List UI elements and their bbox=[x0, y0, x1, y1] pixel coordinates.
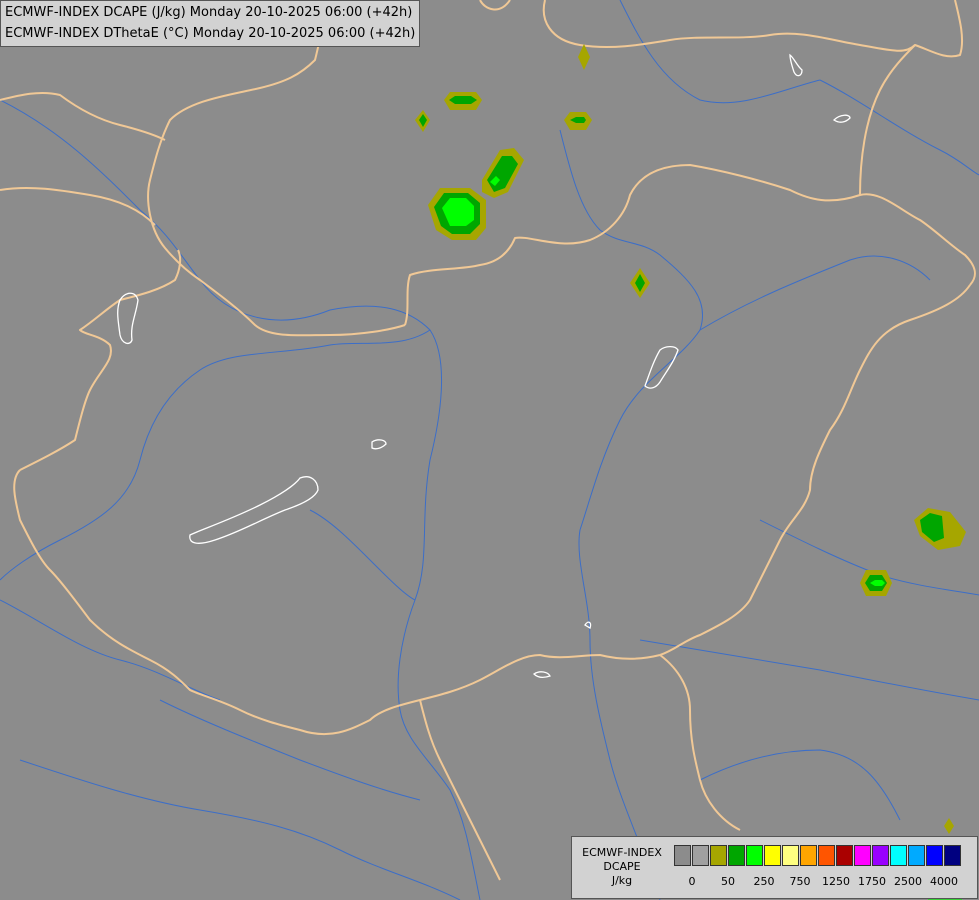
legend-swatch bbox=[854, 845, 871, 866]
legend-swatch bbox=[926, 845, 943, 866]
legend-swatch bbox=[746, 845, 763, 866]
legend-swatch bbox=[728, 845, 745, 866]
legend-tick-label: 2500 bbox=[894, 875, 922, 888]
color-legend: ECMWF-INDEX DCAPE J/kg 0 50 250 750 1250 1750… bbox=[571, 836, 978, 899]
legend-color-bar bbox=[674, 845, 962, 866]
legend-tick-label: 750 bbox=[789, 875, 811, 888]
title-line-dcape: ECMWF-INDEX DCAPE (J/kg) Monday 20-10-20… bbox=[5, 5, 413, 20]
legend-swatch bbox=[908, 845, 925, 866]
legend-tick-label: 1750 bbox=[858, 875, 886, 888]
legend-swatch bbox=[710, 845, 727, 866]
map-background bbox=[0, 0, 979, 900]
legend-swatch bbox=[764, 845, 781, 866]
legend-unit: J/kg bbox=[611, 874, 633, 887]
legend-swatch bbox=[782, 845, 799, 866]
legend-swatch bbox=[836, 845, 853, 866]
title-line-dthetae: ECMWF-INDEX DThetaE (°C) Monday 20-10-20… bbox=[5, 26, 416, 41]
map-title-box: ECMWF-INDEX DCAPE (J/kg) Monday 20-10-20… bbox=[0, 0, 421, 47]
legend-title: ECMWF-INDEX DCAPE J/kg bbox=[574, 846, 670, 888]
legend-tick-label: 1250 bbox=[822, 875, 850, 888]
legend-swatch bbox=[800, 845, 817, 866]
legend-title-line1: ECMWF-INDEX bbox=[582, 846, 662, 859]
legend-swatch bbox=[890, 845, 907, 866]
dcape-map bbox=[0, 0, 979, 900]
legend-tick-label: 250 bbox=[753, 875, 775, 888]
legend-tick-label: 50 bbox=[721, 875, 735, 888]
legend-swatch bbox=[692, 845, 709, 866]
legend-swatch bbox=[944, 845, 961, 866]
legend-swatch bbox=[818, 845, 835, 866]
legend-swatch bbox=[872, 845, 889, 866]
legend-swatch bbox=[674, 845, 691, 866]
legend-tick-label: 4000 bbox=[930, 875, 958, 888]
legend-tick-label: 0 bbox=[688, 875, 696, 888]
legend-title-line2: DCAPE bbox=[603, 860, 641, 873]
